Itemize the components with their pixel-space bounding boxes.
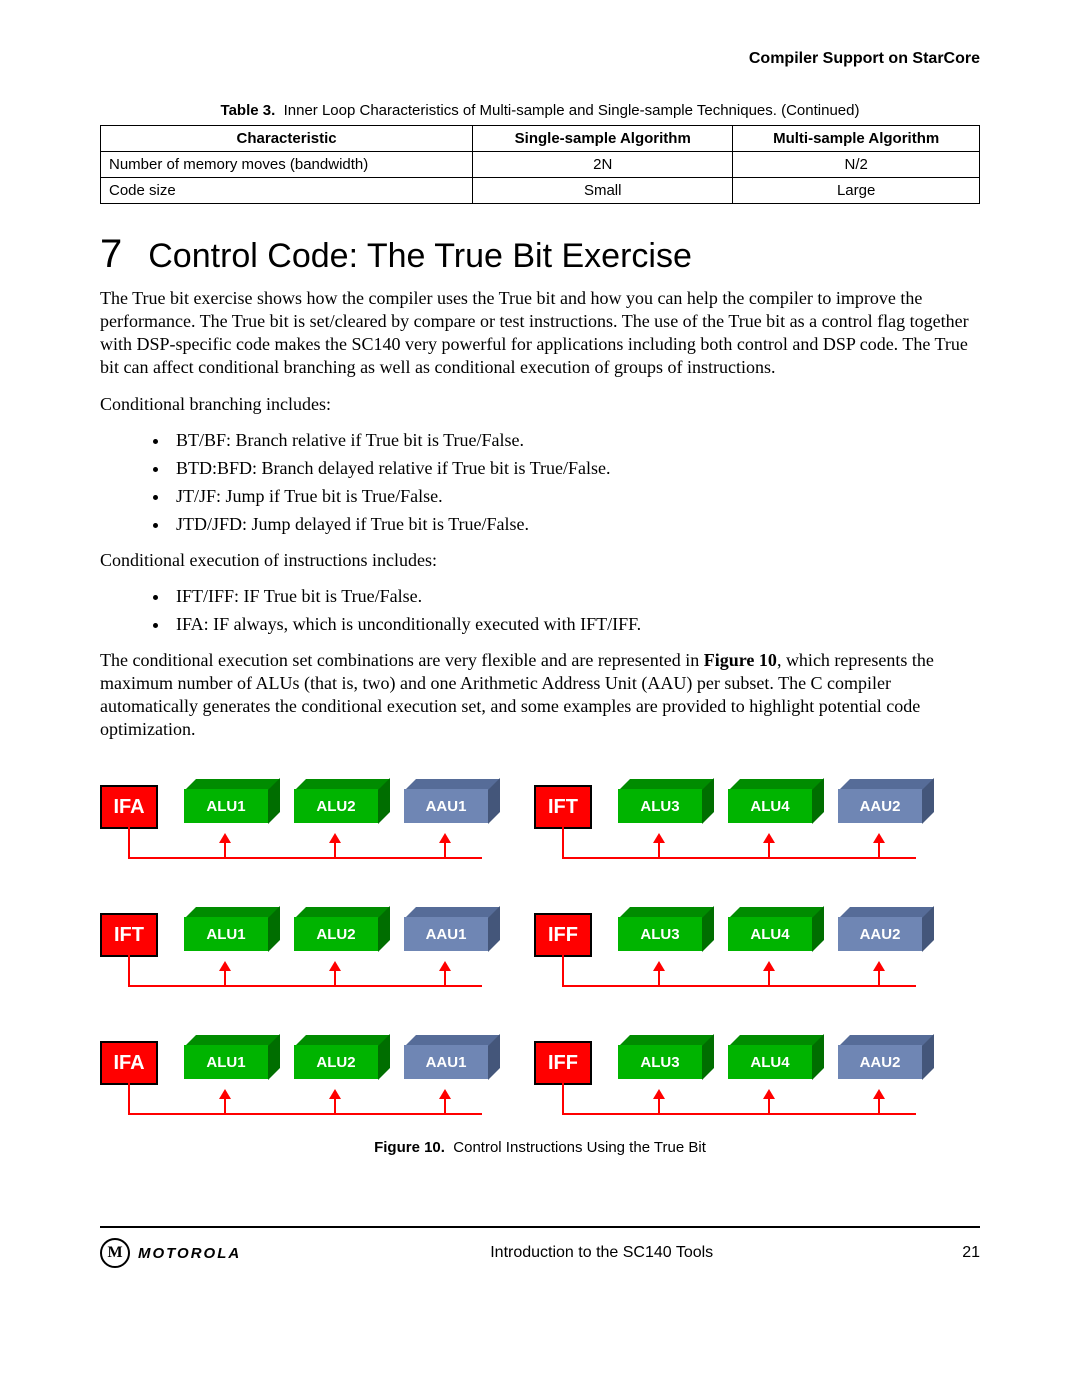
cell: 2N: [473, 152, 733, 178]
page-number: 21: [962, 1244, 980, 1262]
paragraph: Conditional execution of instructions in…: [100, 549, 980, 572]
list-item: IFA: IF always, which is unconditionally…: [170, 614, 980, 635]
paragraph: Conditional branching includes:: [100, 393, 980, 416]
cell: Code size: [101, 178, 473, 204]
diagram-row: IFAALU1ALU2AAU1IFTALU3ALU4AAU2: [100, 767, 980, 859]
cell: Large: [733, 178, 980, 204]
connector: [534, 1081, 934, 1115]
aau-block: AAU1: [404, 1045, 488, 1079]
paragraph: The conditional execution set combinatio…: [100, 649, 980, 741]
figure-ref: Figure 10: [704, 650, 777, 670]
arrow-up-icon: [658, 841, 660, 857]
diagram-group: IFFALU3ALU4AAU2: [534, 1023, 934, 1115]
cell: N/2: [733, 152, 980, 178]
motorola-logo-icon: M: [100, 1238, 130, 1268]
brand-text: MOTOROLA: [138, 1245, 241, 1262]
figure-10: IFAALU1ALU2AAU1IFTALU3ALU4AAU2IFTALU1ALU…: [100, 767, 980, 1156]
connector: [534, 825, 934, 859]
arrow-up-icon: [334, 1097, 336, 1113]
cell: Number of memory moves (bandwidth): [101, 152, 473, 178]
diagram-group: IFTALU3ALU4AAU2: [534, 767, 934, 859]
table-label: Table 3.: [221, 102, 276, 119]
diagram-group: IFTALU1ALU2AAU1: [100, 895, 500, 987]
arrow-up-icon: [878, 969, 880, 985]
diagram-group: IFAALU1ALU2AAU1: [100, 767, 500, 859]
arrow-up-icon: [878, 1097, 880, 1113]
footer-rule: [100, 1226, 980, 1228]
alu-block: ALU3: [618, 1045, 702, 1079]
arrow-up-icon: [334, 969, 336, 985]
arrow-up-icon: [768, 1097, 770, 1113]
th-multi: Multi-sample Algorithm: [733, 126, 980, 152]
paragraph: The True bit exercise shows how the comp…: [100, 287, 980, 379]
table-row: Code size Small Large: [101, 178, 980, 204]
alu-block: ALU4: [728, 917, 812, 951]
list-item: IFT/IFF: IF True bit is True/False.: [170, 586, 980, 607]
arrow-up-icon: [224, 1097, 226, 1113]
alu-block: ALU4: [728, 1045, 812, 1079]
aau-block: AAU1: [404, 789, 488, 823]
alu-block: ALU3: [618, 789, 702, 823]
list-item: BT/BF: Branch relative if True bit is Tr…: [170, 430, 980, 451]
alu-block: ALU2: [294, 917, 378, 951]
characteristics-table: Characteristic Single-sample Algorithm M…: [100, 125, 980, 204]
running-header: Compiler Support on StarCore: [100, 50, 980, 68]
arrow-up-icon: [224, 969, 226, 985]
alu-block: ALU1: [184, 789, 268, 823]
text: The conditional execution set combinatio…: [100, 650, 704, 670]
aau-block: AAU1: [404, 917, 488, 951]
th-single: Single-sample Algorithm: [473, 126, 733, 152]
footer-title: Introduction to the SC140 Tools: [490, 1244, 713, 1262]
arrow-up-icon: [658, 1097, 660, 1113]
connector: [100, 1081, 500, 1115]
alu-block: ALU1: [184, 1045, 268, 1079]
diagram-row: IFAALU1ALU2AAU1IFFALU3ALU4AAU2: [100, 1023, 980, 1115]
arrow-up-icon: [878, 841, 880, 857]
table-caption-text: Inner Loop Characteristics of Multi-samp…: [284, 102, 860, 119]
th-characteristic: Characteristic: [101, 126, 473, 152]
page-footer: M MOTOROLA Introduction to the SC140 Too…: [100, 1238, 980, 1268]
figure-caption: Figure 10. Control Instructions Using th…: [100, 1139, 980, 1156]
execution-list: IFT/IFF: IF True bit is True/False. IFA:…: [100, 586, 980, 635]
arrow-up-icon: [768, 841, 770, 857]
figure-caption-text: Control Instructions Using the True Bit: [453, 1139, 706, 1156]
aau-block: AAU2: [838, 917, 922, 951]
section-title: Control Code: The True Bit Exercise: [148, 237, 692, 276]
arrow-up-icon: [444, 1097, 446, 1113]
connector: [100, 953, 500, 987]
connector: [100, 825, 500, 859]
list-item: JTD/JFD: Jump delayed if True bit is Tru…: [170, 514, 980, 535]
arrow-up-icon: [444, 969, 446, 985]
table-caption: Table 3. Inner Loop Characteristics of M…: [100, 102, 980, 119]
list-item: JT/JF: Jump if True bit is True/False.: [170, 486, 980, 507]
branching-list: BT/BF: Branch relative if True bit is Tr…: [100, 430, 980, 535]
arrow-up-icon: [768, 969, 770, 985]
diagram-group: IFFALU3ALU4AAU2: [534, 895, 934, 987]
alu-block: ALU4: [728, 789, 812, 823]
arrow-up-icon: [444, 841, 446, 857]
list-item: BTD:BFD: Branch delayed relative if True…: [170, 458, 980, 479]
figure-label: Figure 10.: [374, 1139, 445, 1156]
diagram-group: IFAALU1ALU2AAU1: [100, 1023, 500, 1115]
alu-block: ALU1: [184, 917, 268, 951]
alu-block: ALU2: [294, 1045, 378, 1079]
aau-block: AAU2: [838, 789, 922, 823]
connector: [534, 953, 934, 987]
diagram-row: IFTALU1ALU2AAU1IFFALU3ALU4AAU2: [100, 895, 980, 987]
arrow-up-icon: [334, 841, 336, 857]
brand: M MOTOROLA: [100, 1238, 241, 1268]
aau-block: AAU2: [838, 1045, 922, 1079]
cell: Small: [473, 178, 733, 204]
table-row: Number of memory moves (bandwidth) 2N N/…: [101, 152, 980, 178]
arrow-up-icon: [224, 841, 226, 857]
section-heading: 7 Control Code: The True Bit Exercise: [100, 232, 980, 277]
alu-block: ALU2: [294, 789, 378, 823]
section-number: 7: [100, 232, 122, 277]
alu-block: ALU3: [618, 917, 702, 951]
arrow-up-icon: [658, 969, 660, 985]
